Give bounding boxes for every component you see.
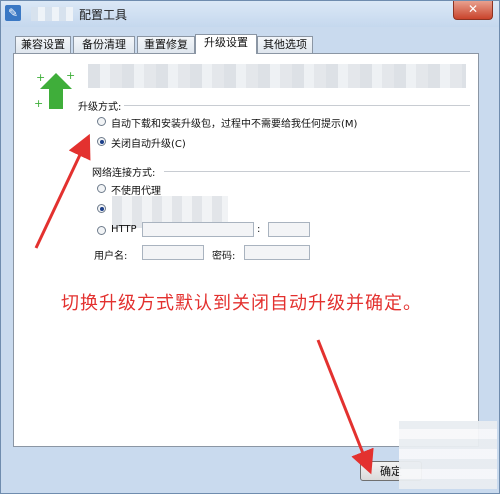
username-input[interactable] [142, 245, 204, 260]
radio-auto-upgrade[interactable] [97, 117, 106, 126]
tab-upgrade-settings[interactable]: 升级设置 [195, 34, 257, 54]
config-tool-window: ✎ 配置工具 ✕ 兼容设置 备份清理 重置修复 升级设置 其他选项 + + + … [0, 0, 500, 494]
proxy-port-input[interactable] [268, 222, 310, 237]
username-label: 用户名: [94, 251, 128, 262]
tab-compatibility[interactable]: 兼容设置 [15, 36, 71, 53]
disable-auto-upgrade-label: 关闭自动升级(C) [111, 139, 186, 150]
password-input[interactable] [244, 245, 310, 260]
radio-system-proxy[interactable] [97, 204, 106, 213]
radio-http-proxy[interactable] [97, 226, 106, 235]
radio-disable-auto-upgrade[interactable] [97, 137, 106, 146]
network-group-divider [164, 171, 470, 172]
upgrade-arrow-icon: + + + [34, 69, 75, 110]
instruction-annotation: 切换升级方式默认到关闭自动升级并确定。 [61, 293, 422, 314]
upgrade-group-divider [124, 105, 470, 106]
no-proxy-label: 不使用代理 [111, 186, 161, 197]
window-title: 配置工具 [79, 8, 128, 22]
auto-upgrade-label: 自动下载和安装升级包，过程中不需要给我任何提示(M) [111, 119, 358, 130]
port-separator: : [257, 224, 261, 235]
upgrade-section-label: 升级方式: [78, 102, 122, 113]
blurred-footer-buttons [399, 421, 497, 489]
blurred-banner-text [88, 64, 466, 88]
tab-backup-cleanup[interactable]: 备份清理 [73, 36, 135, 53]
http-label: HTTP [111, 224, 137, 235]
tab-other-options[interactable]: 其他选项 [257, 36, 313, 53]
tab-reset-repair[interactable]: 重置修复 [137, 36, 195, 53]
radio-no-proxy[interactable] [97, 184, 106, 193]
svg-text:+: + [36, 71, 45, 84]
upgrade-settings-panel: + + + 升级方式: 自动下载和安装升级包，过程中不需要给我任何提示(M) 关… [13, 53, 479, 447]
password-label: 密码: [212, 251, 236, 262]
title-bar: ✎ 配置工具 ✕ [1, 1, 499, 27]
network-section-label: 网络连接方式: [92, 168, 156, 179]
svg-text:+: + [66, 69, 75, 82]
close-button[interactable]: ✕ [453, 1, 493, 20]
wrench-icon: ✎ [5, 5, 21, 21]
proxy-host-input[interactable] [142, 222, 254, 237]
blurred-title-prefix [31, 7, 73, 21]
svg-text:+: + [34, 97, 43, 110]
